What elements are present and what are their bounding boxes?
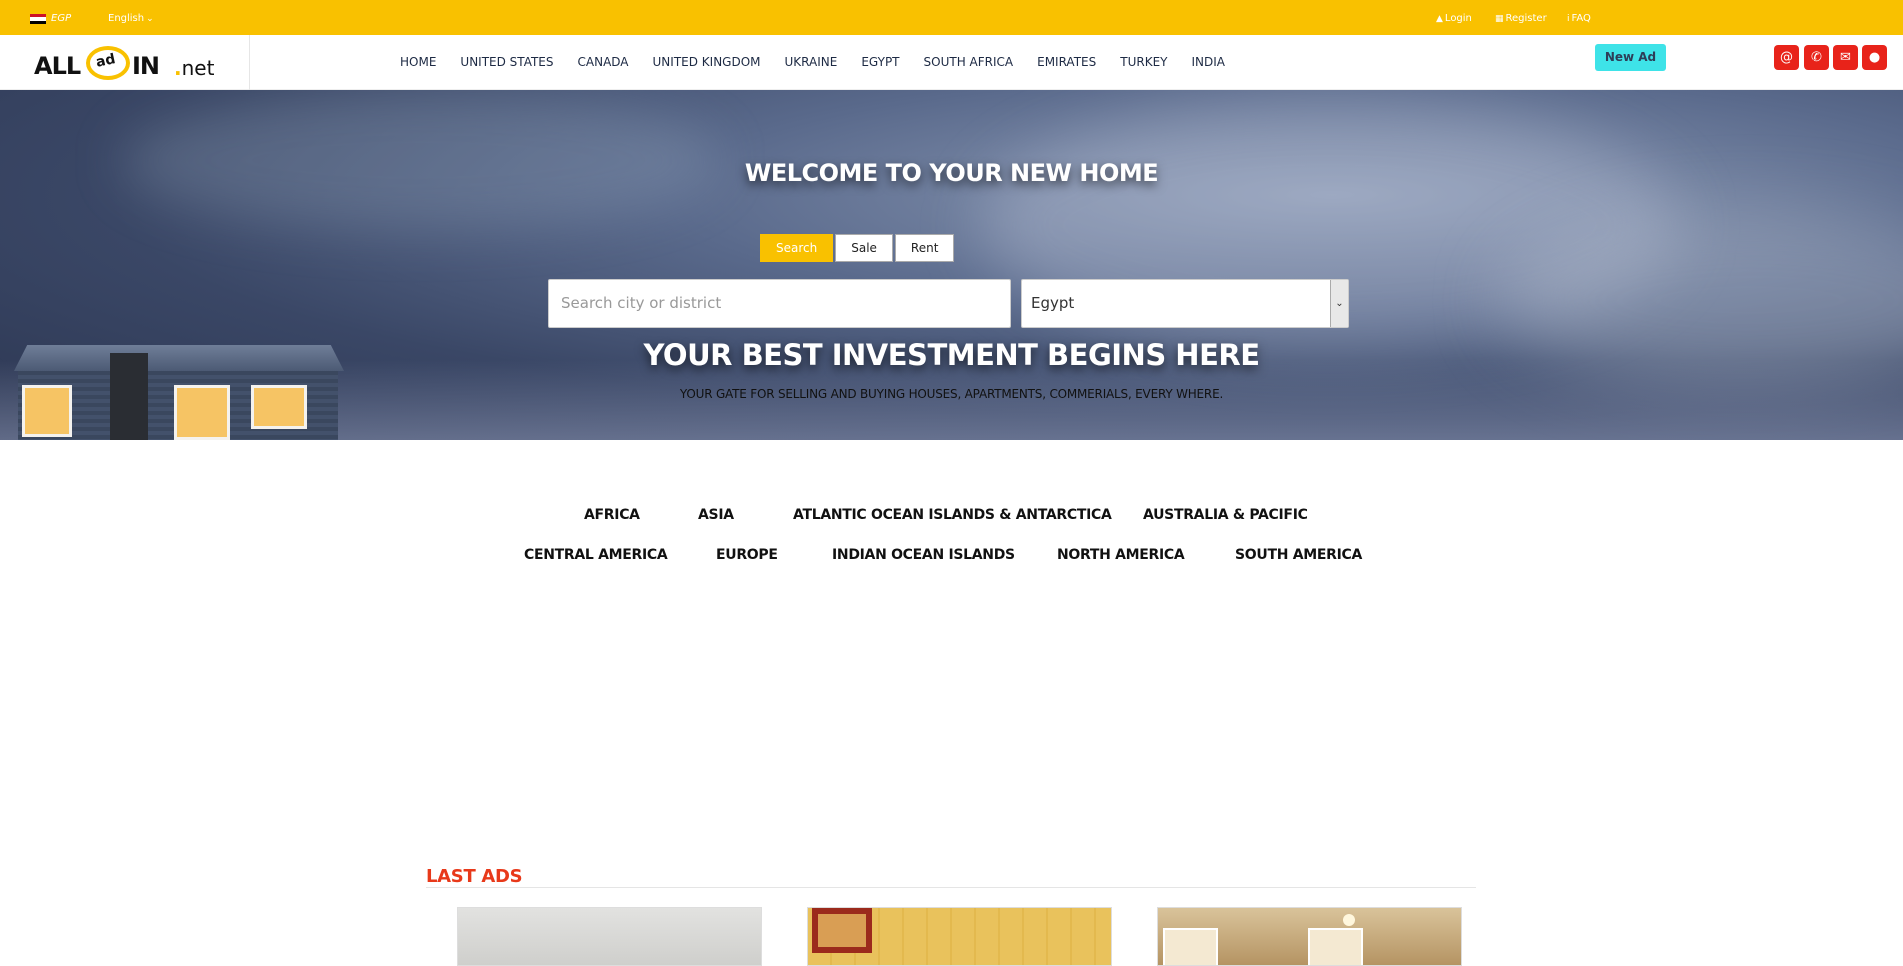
mail-icon[interactable]: ✉ xyxy=(1833,45,1858,70)
country-select-value: Egypt xyxy=(1031,294,1075,312)
ad-card-image[interactable] xyxy=(457,907,762,966)
top-bar: EGP English ⌄ ▲ Login ▦ Register i FAQ xyxy=(0,0,1903,35)
last-ads-title: LAST ADS xyxy=(426,866,523,887)
region-europe[interactable]: EUROPE xyxy=(716,547,778,563)
chevron-down-icon: ⌄ xyxy=(1330,280,1348,327)
nav-ukraine[interactable]: UKRAINE xyxy=(785,55,838,69)
search-input[interactable]: Search city or district xyxy=(548,279,1011,328)
nav-emirates[interactable]: EMIRATES xyxy=(1037,55,1096,69)
language-selector[interactable]: English ⌄ xyxy=(108,13,154,24)
site-logo[interactable]: ALL ad IN .net xyxy=(34,46,214,80)
nav-india[interactable]: INDIA xyxy=(1191,55,1225,69)
new-ad-button[interactable]: New Ad xyxy=(1595,44,1666,71)
region-south-america[interactable]: SOUTH AMERICA xyxy=(1235,547,1362,563)
at-icon[interactable]: @ xyxy=(1774,45,1799,70)
faq-label: FAQ xyxy=(1571,13,1591,24)
user-icon: ▲ xyxy=(1436,14,1443,24)
hero-headline: YOUR BEST INVESTMENT BEGINS HERE xyxy=(643,338,1260,372)
region-north-america[interactable]: NORTH AMERICA xyxy=(1057,547,1185,563)
ad-card-image[interactable] xyxy=(1157,907,1462,966)
main-navbar: ALL ad IN .net HOME UNITED STATES CANADA… xyxy=(0,35,1903,90)
nav-turkey[interactable]: TURKEY xyxy=(1120,55,1167,69)
login-label: Login xyxy=(1444,13,1472,24)
region-africa[interactable]: AFRICA xyxy=(584,507,640,523)
region-central-america[interactable]: CENTRAL AMERICA xyxy=(524,547,668,563)
info-icon: i xyxy=(1567,14,1570,24)
ad-card-image[interactable] xyxy=(807,907,1112,966)
country-select[interactable]: Egypt ⌄ xyxy=(1021,279,1349,328)
nav-south-africa[interactable]: SOUTH AFRICA xyxy=(924,55,1014,69)
egypt-flag-icon xyxy=(30,14,46,24)
hero-title: WELCOME TO YOUR NEW HOME xyxy=(744,159,1159,187)
tab-search[interactable]: Search xyxy=(760,234,834,262)
login-link[interactable]: ▲ Login xyxy=(1436,13,1472,24)
chevron-down-icon: ⌄ xyxy=(146,14,154,24)
logo-ad-ring: ad xyxy=(86,46,130,80)
currency-selector[interactable]: EGP xyxy=(51,13,71,24)
hero-tagline: YOUR GATE FOR SELLING AND BUYING HOUSES,… xyxy=(679,387,1224,401)
region-indian-ocean-islands[interactable]: INDIAN OCEAN ISLANDS xyxy=(832,547,1015,563)
nav-united-kingdom[interactable]: UNITED KINGDOM xyxy=(653,55,761,69)
region-australia-pacific[interactable]: AUSTRALIA & PACIFIC xyxy=(1143,507,1308,523)
location-pin-icon[interactable]: ● xyxy=(1862,45,1887,70)
hero-banner: WELCOME TO YOUR NEW HOME Search Sale Ren… xyxy=(0,90,1903,440)
list-icon: ▦ xyxy=(1495,14,1504,24)
logo-text-all: ALL xyxy=(34,52,81,80)
section-divider xyxy=(426,887,1476,888)
logo-text-net: .net xyxy=(174,56,215,80)
search-tabs: Search Sale Rent xyxy=(760,234,956,262)
faq-link[interactable]: i FAQ xyxy=(1567,13,1591,24)
logo-text-in: IN xyxy=(132,52,160,80)
tab-rent[interactable]: Rent xyxy=(894,234,955,262)
nav-canada[interactable]: CANADA xyxy=(578,55,629,69)
nav-united-states[interactable]: UNITED STATES xyxy=(460,55,553,69)
tab-sale[interactable]: Sale xyxy=(835,234,893,262)
region-atlantic-ocean-islands[interactable]: ATLANTIC OCEAN ISLANDS & ANTARCTICA xyxy=(793,507,1112,523)
phone-icon[interactable]: ✆ xyxy=(1804,45,1829,70)
nav-home[interactable]: HOME xyxy=(400,55,436,69)
main-menu: HOME UNITED STATES CANADA UNITED KINGDOM… xyxy=(388,55,1237,69)
logo-text-ad: ad xyxy=(94,51,117,71)
nav-egypt[interactable]: EGYPT xyxy=(861,55,899,69)
nav-divider xyxy=(249,35,250,90)
language-label: English xyxy=(108,13,145,24)
register-label: Register xyxy=(1505,13,1547,24)
region-asia[interactable]: ASIA xyxy=(698,507,734,523)
register-link[interactable]: ▦ Register xyxy=(1495,13,1547,24)
